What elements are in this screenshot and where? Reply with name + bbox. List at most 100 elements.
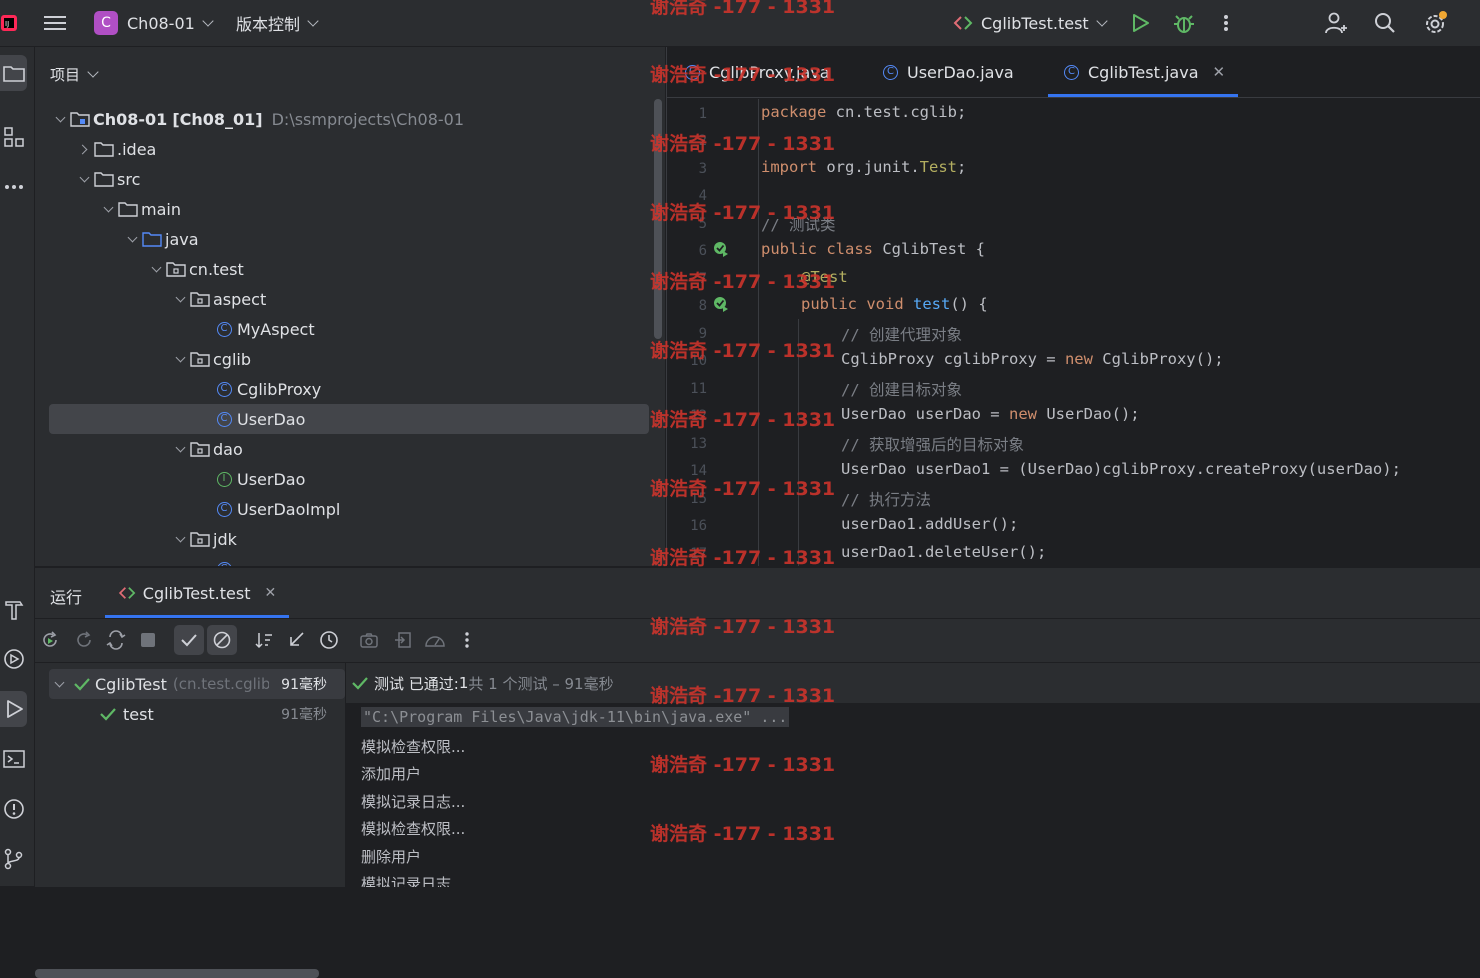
run-tab[interactable]: CglibTest.test ✕ [105,568,289,618]
close-icon[interactable]: ✕ [264,585,276,601]
test-history-button[interactable] [314,625,344,655]
code-line-11[interactable]: // 创建目标对象 [841,378,962,400]
more-run-options-button[interactable] [452,625,482,655]
tree-item-ch08-01[interactable]: Ch08-01 [Ch08_01] D:\ssmprojects\Ch08-01 [52,104,464,134]
tab-cglibtest[interactable]: C CglibTest.java ✕ [1064,47,1225,97]
console-line: 添加用户 [361,765,422,783]
console-output[interactable]: 测试 已通过: 1 共 1 个测试 – 91毫秒 "C:\Program Fil… [346,663,1480,887]
class-icon: C [883,64,898,80]
terminal-tool-button[interactable] [0,741,27,777]
code-line-13[interactable]: // 获取增强后的目标对象 [841,433,1024,455]
run-test-gutter-icon[interactable] [713,241,729,257]
code-line-17[interactable]: userDao1.deleteUser(); [841,543,1046,561]
run-tool-window: 运行 CglibTest.test ✕ CglibTest (cn.test.c… [35,567,1480,978]
tree-item-main[interactable]: main [100,194,181,224]
code-line-10[interactable]: CglibProxy cglibProxy = new CglibProxy()… [841,350,1224,368]
project-vertical-scrollbar[interactable] [654,99,662,339]
folder-icon [94,139,114,159]
code-keyword: new [1064,350,1093,368]
tree-item-myaspect[interactable]: C MyAspect [214,314,315,344]
code-with-me-button[interactable] [1324,0,1348,46]
class-icon: C [214,409,234,429]
console-command[interactable]: "C:\Program Files\Java\jdk-11\bin\java.e… [361,707,790,727]
test-node-cglibtest[interactable]: CglibTest (cn.test.cglib 91毫秒 [51,669,329,699]
code-line-6[interactable]: public class CglibTest { [761,240,985,258]
search-button[interactable] [1374,0,1396,46]
code-function: test [903,295,951,313]
check-icon [181,634,197,647]
code-line-14[interactable]: UserDao userDao1 = (UserDao)cglibProxy.c… [841,460,1401,478]
close-icon[interactable]: ✕ [1213,63,1226,81]
project-tool-button[interactable] [0,55,27,91]
code-line-9[interactable]: // 创建代理对象 [841,323,962,345]
line-number: 17 [690,546,707,562]
code-line-15[interactable]: // 执行方法 [841,488,931,510]
tree-item-aspect[interactable]: aspect [172,284,266,314]
code-keyword: new [1008,405,1037,423]
tree-item-cglib[interactable]: cglib [172,344,251,374]
code-line-12[interactable]: UserDao userDao = new UserDao(); [841,405,1140,423]
rerun-failed-button[interactable] [69,625,99,655]
toggle-auto-test-button[interactable] [101,625,131,655]
more-actions-button[interactable] [1218,0,1234,46]
structure-tool-button[interactable] [0,119,27,155]
run-button[interactable] [1130,0,1150,46]
branch-icon [4,848,22,870]
run-config-selector[interactable]: CglibTest.test [953,0,1108,46]
project-switcher[interactable]: C Ch08-01 [94,0,214,46]
code-line-16[interactable]: userDao1.addUser(); [841,515,1018,533]
status-prefix: 测试 已通过: [374,674,459,693]
tree-item-jdk[interactable]: jdk [172,524,237,554]
main-menu-button[interactable] [44,0,70,46]
show-passed-toggle[interactable] [174,625,204,655]
project-panel-header[interactable]: 项目 [50,64,99,85]
tree-item-cglibproxy[interactable]: C CglibProxy [214,374,321,404]
debug-button[interactable] [1173,0,1195,46]
app-logo[interactable]: IJ [0,0,22,46]
tree-item-userdao-class[interactable]: C UserDao [214,404,305,434]
services-tool-button[interactable] [0,641,27,677]
settings-button[interactable] [1423,0,1449,46]
git-tool-button[interactable] [0,841,27,877]
rerun-button[interactable] [35,625,65,655]
tree-item-idea[interactable]: .idea [76,134,156,164]
problems-tool-button[interactable] [0,791,27,827]
tab-userdao[interactable]: C UserDao.java [883,47,1014,97]
code-line-3[interactable]: import org.junit.Test; [761,158,966,176]
tree-item-userdao-interface[interactable]: I UserDao [214,464,305,494]
code-line-8[interactable]: public void test() { [801,295,988,313]
coverage-button[interactable] [420,625,450,655]
tree-item-dao[interactable]: dao [172,434,243,464]
screenshot-button[interactable] [354,625,384,655]
tab-cglibproxy[interactable]: C CglibProxy.java [685,47,830,97]
package-icon [190,289,210,309]
test-node-test[interactable]: test 91毫秒 [99,699,329,729]
vcs-menu[interactable]: 版本控制 [236,0,319,46]
chevron-down-icon [172,434,188,464]
import-tests-button[interactable] [281,625,311,655]
tree-item-userdaoimpl[interactable]: C UserDaoImpl [214,494,340,524]
passed-check-icon [352,677,368,690]
run-test-gutter-icon[interactable] [713,296,729,312]
code-text: CglibTest { [872,240,985,258]
tab-label: CglibProxy.java [709,62,830,82]
build-tool-button[interactable] [0,591,27,627]
tree-horizontal-scrollbar[interactable] [35,969,319,978]
tree-item-java[interactable]: java [124,224,199,254]
hamburger-icon [44,16,66,30]
show-ignored-toggle[interactable] [207,625,237,655]
tree-item-cn-test[interactable]: cn.test [148,254,244,284]
run-tool-button[interactable] [0,691,27,727]
export-button[interactable] [388,625,418,655]
sort-button[interactable] [249,625,279,655]
console-line: 模拟检查权限... [361,820,466,838]
passed-check-icon [74,678,90,691]
code-line-5[interactable]: // 测试类 [761,213,836,235]
code-line-7[interactable]: @Test [801,268,848,286]
module-path: D:\ssmprojects\Ch08-01 [271,109,465,129]
status-summary: 共 1 个测试 – 91毫秒 [468,674,614,693]
more-tools-button[interactable] [0,169,27,205]
stop-button[interactable] [133,625,163,655]
code-line-1[interactable]: package cn.test.cglib; [761,103,966,121]
tree-item-src[interactable]: src [76,164,140,194]
